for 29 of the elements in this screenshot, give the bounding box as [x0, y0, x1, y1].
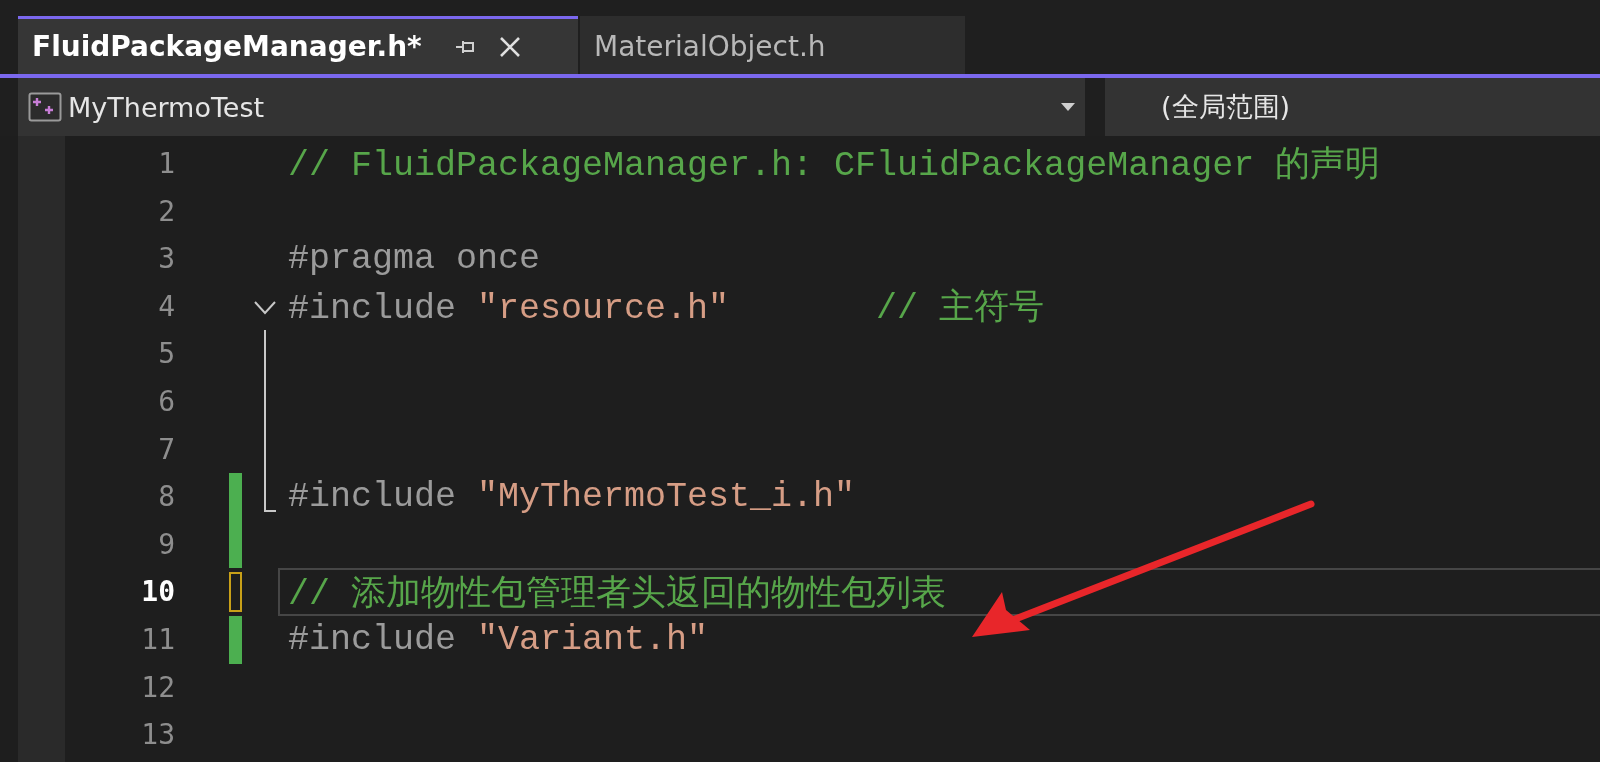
line-number: 13 [140, 717, 175, 754]
line-number: 7 [157, 431, 175, 468]
code-line: #pragma once [288, 239, 541, 279]
line-number: 3 [157, 241, 175, 278]
tab-title: FluidPackageManager.h* [32, 30, 422, 63]
project-icon [28, 92, 62, 122]
line-number: 1 [157, 146, 175, 182]
code-line: // 添加物性包管理者头返回的物性包列表 [288, 573, 946, 616]
line-number: 9 [157, 526, 175, 563]
close-icon[interactable] [497, 34, 522, 59]
code-line: #include "Variant.h" [288, 619, 709, 660]
tab-title: MaterialObject.h [594, 30, 826, 63]
code-line: // FluidPackageManager.h: CFluidPackageManager 的声明 [288, 145, 1381, 188]
line-number: 2 [157, 193, 175, 230]
line-number: 6 [157, 383, 175, 420]
scope-dropdown[interactable]: (全局范围) [1105, 78, 1600, 136]
file-tab[interactable]: FluidPackageManager.h* [18, 16, 578, 74]
project-dropdown[interactable]: MyThermoTest [18, 78, 1085, 136]
line-number: 10 [140, 574, 175, 611]
collapse-icon[interactable] [254, 300, 276, 315]
line-number: 12 [140, 669, 175, 706]
caret-icon [1061, 103, 1075, 111]
line-number: 4 [157, 288, 175, 325]
code-line: #include "resource.h" // 主符号 [288, 287, 1045, 331]
line-number: 11 [140, 621, 175, 658]
code-line: #include "MyThermoTest_i.h" [288, 476, 856, 517]
line-number: 5 [157, 336, 175, 373]
file-tab[interactable]: MaterialObject.h [580, 16, 965, 74]
line-number: 8 [157, 479, 175, 516]
